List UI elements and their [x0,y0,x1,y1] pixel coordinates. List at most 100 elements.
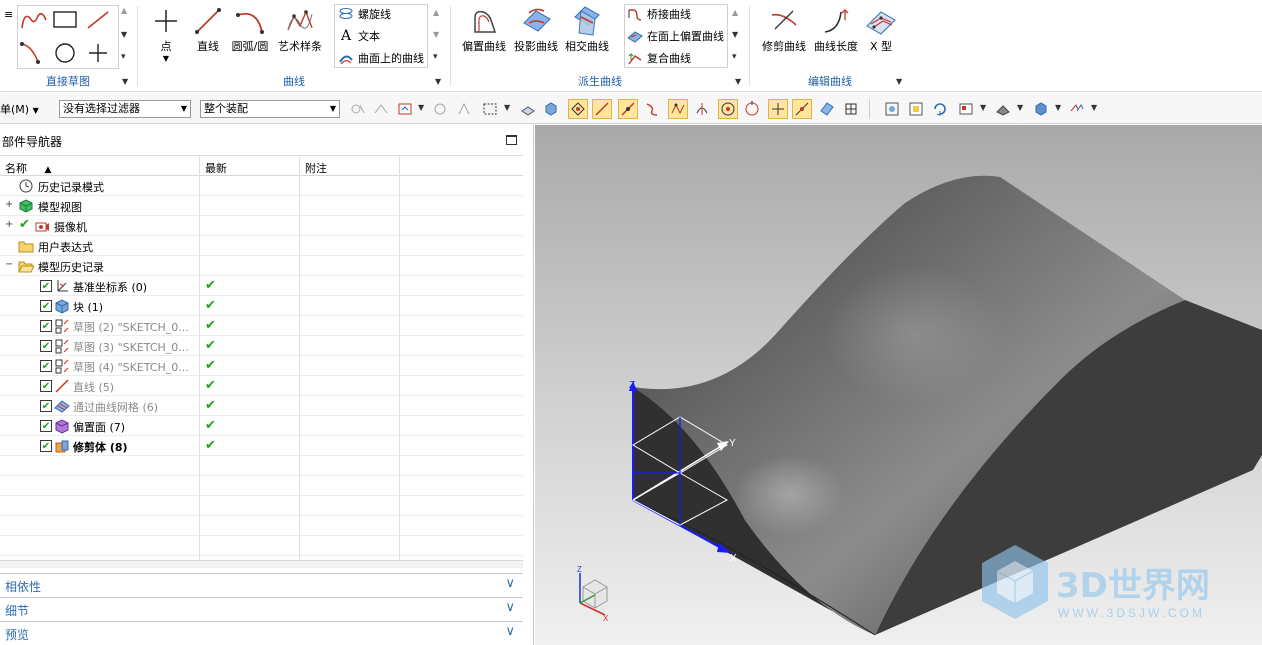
column-header-note[interactable]: 附注 [300,156,400,176]
tree-row-sketch-3[interactable]: ✔ 草图 (3) "SKETCH_0... ✔ [0,336,523,356]
select-feature-icon[interactable] [518,99,538,119]
collapse-icon[interactable]: − [5,259,13,270]
render-style-icon[interactable] [993,99,1013,119]
tree-row-trim-body[interactable]: ✔ 修剪体 (8) ✔ [0,436,523,456]
curve-length-label: 曲线长度 [814,40,858,53]
panel-preview[interactable]: 预览 ∨ [0,621,523,643]
filter-faded-icon-3[interactable] [430,99,450,119]
snap-quadrant-icon[interactable] [742,99,762,119]
tree-row-offset-face[interactable]: ✔ 偏置面 (7) ✔ [0,416,523,436]
expand-icon[interactable]: + [5,199,13,210]
checkbox[interactable]: ✔ [40,340,52,352]
checkbox[interactable]: ✔ [40,360,52,372]
checkbox[interactable]: ✔ [40,440,52,452]
curve-length-button[interactable]: 曲线长度 [812,4,860,54]
tree-row-through-curve-mesh[interactable]: ✔ 通过曲线网格 (6) ✔ [0,396,523,416]
checkbox[interactable]: ✔ [40,280,52,292]
intersect-curve-button[interactable]: 相交曲线 [563,4,611,54]
tree-row-block[interactable]: ✔ 块 (1) ✔ [0,296,523,316]
offset-curve-button[interactable]: 偏置曲线 [460,4,508,54]
checkbox[interactable]: ✔ [40,400,52,412]
y-axis-label: Y [729,438,736,449]
tree-item-label: 基准坐标系 (0) [73,281,148,294]
zoom-window-icon[interactable] [906,99,926,119]
checkbox[interactable]: ✔ [40,300,52,312]
snap-arc-center-icon[interactable] [718,99,738,119]
x-shape-label: X 型 [869,40,893,53]
shaded-body-icon[interactable] [1031,99,1051,119]
gallery-more-icon[interactable]: ▾ [121,52,126,62]
sketch-tools-icons[interactable] [18,6,118,68]
select-body-icon[interactable] [541,99,561,119]
snap-existing-point-icon[interactable] [768,99,788,119]
checkbox[interactable]: ✔ [40,420,52,432]
tree-row-sketch-4[interactable]: ✔ 草图 (4) "SKETCH_0... ✔ [0,356,523,376]
snap-end-point-icon[interactable] [568,99,588,119]
group-dropdown-icon[interactable]: ▼ [735,77,741,86]
rotate-view-icon[interactable] [930,99,950,119]
rectangle-select-icon[interactable] [480,99,500,119]
group-dropdown-icon[interactable]: ▼ [122,77,128,86]
text-button[interactable]: A 文本 [337,26,380,46]
clock-icon [18,178,34,194]
snap-control-point-icon[interactable] [668,99,688,119]
selection-filter-combo[interactable]: 没有选择过滤器 ▼ [59,100,191,118]
tree-row-model-views[interactable]: + 模型视图 [0,196,523,216]
column-note-label: 附注 [305,162,327,175]
helix-button[interactable]: 螺旋线 [337,4,391,24]
graphics-window[interactable]: Z X Y Z X 3D世界网 WWW.3DSJW.COM [535,125,1262,645]
curve-on-surface-button[interactable]: 曲面上的曲线 [337,48,424,68]
horizontal-scrollbar[interactable] [0,560,523,568]
show-hide-icon[interactable] [1067,99,1087,119]
snap-on-curve-icon[interactable] [618,99,638,119]
checkbox[interactable]: ✔ [40,380,52,392]
tree-row-model-history[interactable]: − 模型历史记录 [0,256,523,276]
offset-in-face-button[interactable]: 在面上偏置曲线 [626,26,724,46]
line-button[interactable]: 直线 [190,4,226,54]
filter-faded-icon-2[interactable] [371,99,391,119]
snap-bounded-grid-icon[interactable] [841,99,861,119]
tree-row-line[interactable]: ✔ 直线 (5) ✔ [0,376,523,396]
maximize-icon[interactable] [506,135,517,145]
tree-row-sketch-2[interactable]: ✔ 草图 (2) "SKETCH_0... ✔ [0,316,523,336]
selection-scope-combo[interactable]: 整个装配 ▼ [200,100,340,118]
panel-dependencies[interactable]: 相依性 ∨ [0,573,523,595]
expand-icon[interactable]: + [5,219,13,230]
trim-body-icon [54,438,70,454]
snap-mid-point-icon[interactable] [592,99,612,119]
composite-curve-button[interactable]: 复合曲线 [626,48,691,68]
bridge-curve-button[interactable]: 桥接曲线 [626,4,691,24]
model-viewport[interactable]: Z X Y Z X 3D世界网 WWW.3DSJW.COM [535,125,1262,645]
group-dropdown-icon[interactable]: ▼ [435,77,441,86]
snap-intersection-icon[interactable] [692,99,712,119]
column-header-latest[interactable]: 最新 [200,156,300,176]
tree-row-history-mode[interactable]: 历史记录模式 [0,176,523,196]
arc-circle-button[interactable]: 圆弧/圆 [230,4,270,54]
trim-curve-button[interactable]: 修剪曲线 [760,4,808,54]
tree-row-cameras[interactable]: + ✔ 摄像机 [0,216,523,236]
tree-row-user-expressions[interactable]: 用户表达式 [0,236,523,256]
orient-view-icon[interactable] [956,99,976,119]
checkbox[interactable]: ✔ [40,320,52,332]
point-button[interactable]: 点 ▼ [148,4,184,63]
folder-open-icon [18,258,35,274]
tree-item-label: 草图 (4) "SKETCH_0... [73,361,189,374]
snap-point-on-face-icon[interactable] [817,99,837,119]
filter-faded-icon-4[interactable] [454,99,474,119]
column-header-name[interactable]: 名称 ▲ [0,156,200,176]
panel-label: 预览 [5,628,30,642]
panel-details[interactable]: 细节 ∨ [0,597,523,619]
studio-spline-button[interactable]: 艺术样条 [276,4,324,54]
group-dropdown-icon[interactable]: ▼ [896,77,902,86]
tree-row-datum-csys[interactable]: ✔ 基准坐标系 (0) ✔ [0,276,523,296]
ribbon-overflow-icon[interactable]: ≡ [4,8,13,21]
model-views-icon [18,198,34,214]
snap-point-on-curve-icon[interactable] [792,99,812,119]
snap-curve-icon[interactable] [642,99,662,119]
filter-faded-icon[interactable] [348,99,368,119]
x-shape-button[interactable]: X 型 [862,4,900,54]
project-curve-button[interactable]: 投影曲线 [512,4,560,54]
menu-button[interactable]: 单(M) ▼ [0,101,39,117]
snap-point-icon[interactable] [395,99,415,119]
fit-view-icon[interactable] [882,99,902,119]
